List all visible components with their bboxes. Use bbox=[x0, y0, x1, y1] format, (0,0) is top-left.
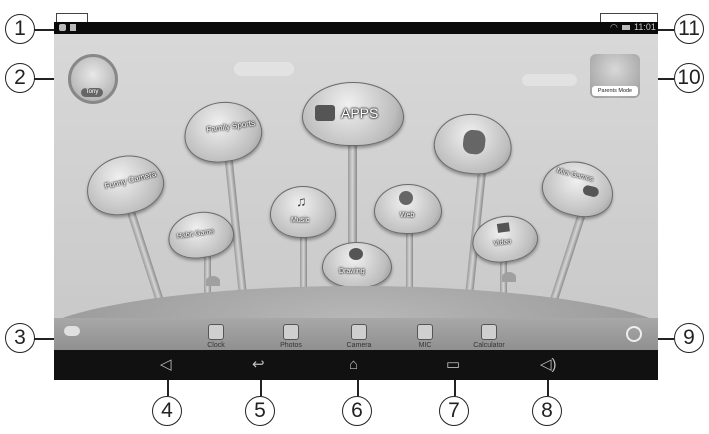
drawing-label: Drawing bbox=[339, 268, 365, 275]
video-label: Video bbox=[493, 238, 512, 248]
mini-games-bubble[interactable]: Mini Games bbox=[536, 154, 620, 224]
web-label: Web bbox=[400, 212, 415, 219]
callout-2: 2 bbox=[5, 63, 35, 93]
callout-8: 8 bbox=[532, 396, 562, 426]
dock-calculator[interactable]: Calculator bbox=[454, 324, 524, 349]
photos-icon bbox=[283, 324, 299, 340]
home-stage: Tony Parents Mode APPS Family Sports Fun… bbox=[54, 34, 658, 350]
mini-games-label: Mini Games bbox=[555, 167, 594, 184]
callout-7: 7 bbox=[439, 396, 469, 426]
profile-name: Tony bbox=[81, 88, 103, 97]
callout-11: 11 bbox=[674, 14, 704, 44]
habit-game-bubble[interactable]: Habit Game bbox=[165, 207, 237, 263]
palette-icon bbox=[349, 248, 363, 260]
status-time: 11:01 bbox=[634, 22, 656, 32]
volume-down-icon[interactable]: ◁ bbox=[160, 356, 172, 374]
tablet-screen: ◠ 11:01 Tony Parents Mode APPS Family Sp… bbox=[54, 22, 658, 380]
apps-bubble[interactable]: APPS bbox=[302, 82, 404, 146]
home-icon[interactable]: ⌂ bbox=[349, 356, 358, 374]
callout-leader bbox=[656, 29, 674, 31]
sd-card-icon bbox=[70, 24, 76, 31]
family-sports-label: Family Sports bbox=[205, 118, 256, 135]
cloud-decoration bbox=[522, 74, 577, 86]
family-sports-bubble[interactable]: Family Sports bbox=[180, 96, 266, 168]
music-label: Music bbox=[291, 217, 310, 224]
dock-mic-label: MIC bbox=[418, 342, 432, 349]
dock-camera[interactable]: Camera bbox=[324, 324, 394, 349]
dock-photos-label: Photos bbox=[280, 342, 302, 349]
power-button[interactable] bbox=[626, 326, 642, 342]
globe-icon bbox=[399, 191, 413, 205]
callout-10: 10 bbox=[674, 63, 704, 93]
dock-mic[interactable]: MIC bbox=[390, 324, 460, 349]
parents-mode-button[interactable]: Parents Mode bbox=[590, 54, 640, 98]
volume-up-icon[interactable]: ◁) bbox=[540, 356, 557, 374]
dock-camera-label: Camera bbox=[346, 342, 372, 349]
cloud-menu-button[interactable] bbox=[64, 326, 80, 336]
parents-mode-label: Parents Mode bbox=[592, 86, 638, 96]
callout-3: 3 bbox=[5, 323, 35, 353]
dock-clock[interactable]: Clock bbox=[181, 324, 251, 349]
clapper-icon bbox=[496, 222, 510, 233]
music-note-icon: ♫ bbox=[296, 193, 307, 209]
clock-icon bbox=[208, 324, 224, 340]
callout-leader bbox=[34, 29, 56, 31]
back-icon[interactable]: ↩ bbox=[252, 356, 265, 374]
callout-9: 9 bbox=[674, 323, 704, 353]
callout-4: 4 bbox=[152, 396, 182, 426]
dock-photos[interactable]: Photos bbox=[256, 324, 326, 349]
battery-icon bbox=[622, 25, 630, 30]
dock-clock-label: Clock bbox=[207, 342, 225, 349]
callout-5: 5 bbox=[245, 396, 275, 426]
recent-apps-icon[interactable]: ▭ bbox=[446, 356, 460, 374]
music-bubble[interactable]: ♫ Music bbox=[270, 186, 336, 238]
status-bar: ◠ 11:01 bbox=[54, 22, 658, 34]
mushroom-decoration bbox=[206, 276, 220, 286]
mushroom-decoration bbox=[502, 272, 516, 282]
camera-icon bbox=[351, 324, 367, 340]
cloud-decoration bbox=[234, 62, 294, 76]
gamepad-icon bbox=[581, 184, 600, 198]
games-bubble[interactable] bbox=[431, 110, 515, 178]
store-icon bbox=[315, 105, 335, 121]
profile-avatar[interactable]: Tony bbox=[68, 54, 118, 104]
drawing-bubble[interactable]: Drawing bbox=[322, 242, 392, 288]
mic-icon bbox=[417, 324, 433, 340]
apps-label: APPS bbox=[341, 105, 379, 121]
wifi-icon: ◠ bbox=[610, 22, 618, 32]
funny-camera-bubble[interactable]: Funny Camera bbox=[80, 147, 170, 223]
calculator-icon bbox=[481, 324, 497, 340]
funny-camera-label: Funny Camera bbox=[103, 169, 158, 191]
games-icon bbox=[462, 129, 487, 156]
navigation-bar: ◁ ↩ ⌂ ▭ ◁) bbox=[54, 350, 658, 380]
habit-game-label: Habit Game bbox=[176, 228, 215, 241]
callout-1: 1 bbox=[5, 14, 35, 44]
dock-calculator-label: Calculator bbox=[473, 342, 505, 349]
callout-6: 6 bbox=[342, 396, 372, 426]
notification-icon bbox=[59, 24, 66, 31]
web-bubble[interactable]: Web bbox=[374, 184, 442, 234]
